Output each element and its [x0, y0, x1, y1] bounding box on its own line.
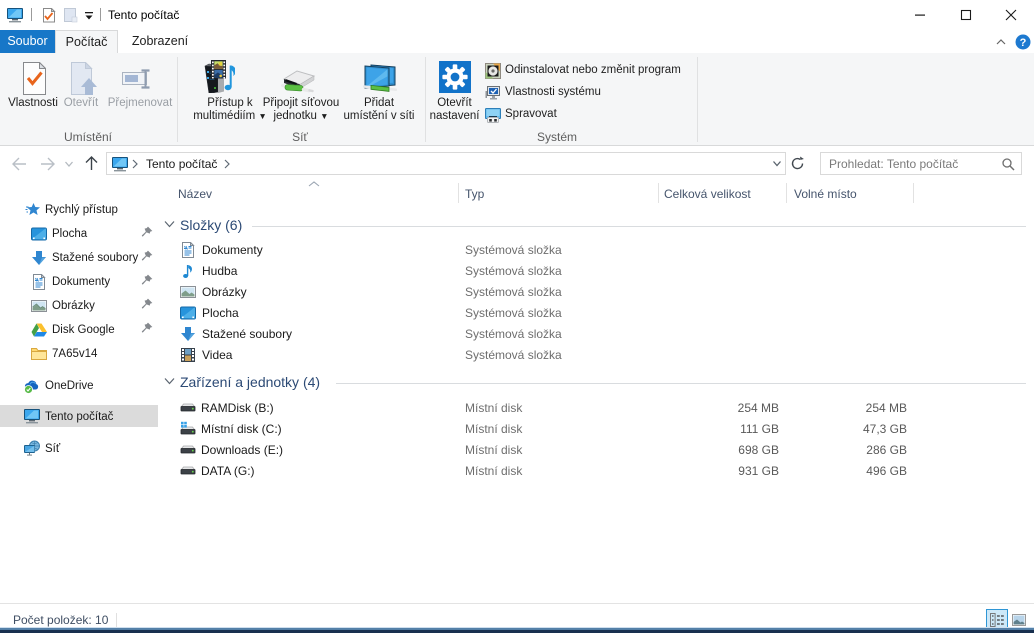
svg-text:?: ? [1020, 37, 1027, 49]
